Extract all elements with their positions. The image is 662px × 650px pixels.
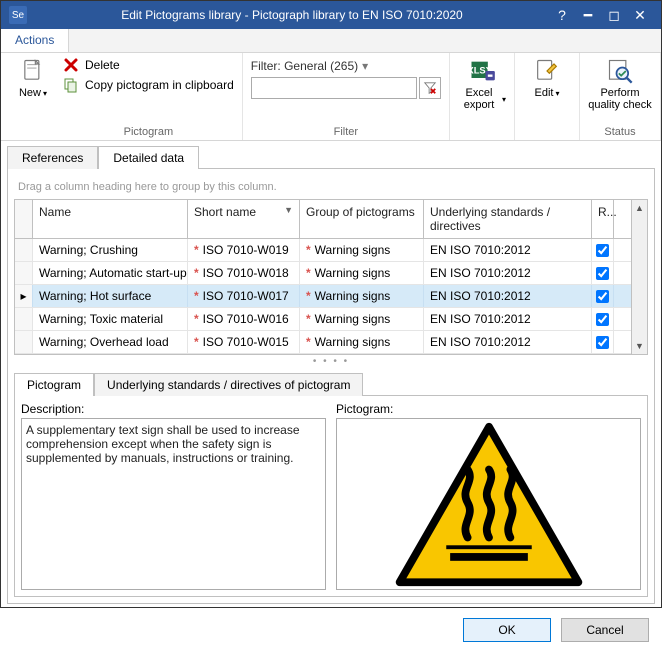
cell-group: *Warning signs: [300, 262, 424, 284]
table-row[interactable]: ▸Warning; Hot surface*ISO 7010-W017*Warn…: [15, 285, 631, 308]
cell-name: Warning; Overhead load: [33, 331, 188, 353]
cell-released[interactable]: [592, 285, 614, 307]
table-row[interactable]: Warning; Automatic start-up*ISO 7010-W01…: [15, 262, 631, 285]
pictogram-grid[interactable]: Name Short name▼ Group of pictograms Und…: [15, 200, 631, 354]
pictogram-preview: [336, 418, 641, 590]
cell-short-name: *ISO 7010-W019: [188, 239, 300, 261]
filter-input[interactable]: [251, 77, 417, 99]
cell-short-name: *ISO 7010-W016: [188, 308, 300, 330]
warning-hot-surface-icon: [389, 419, 589, 589]
row-indicator: ▸: [15, 285, 33, 307]
ribbon-group-status: Status: [588, 126, 652, 138]
scroll-up-icon[interactable]: ▲: [632, 200, 648, 216]
cell-group: *Warning signs: [300, 239, 424, 261]
description-label: Description:: [21, 402, 326, 416]
description-field[interactable]: A supplementary text sign shall be used …: [21, 418, 326, 590]
excel-icon: XLSX: [468, 57, 496, 85]
row-indicator: [15, 331, 33, 353]
close-icon[interactable]: ✕: [627, 7, 653, 24]
chevron-down-icon: ▾: [43, 89, 47, 98]
col-standards[interactable]: Underlying standards / directives: [424, 200, 592, 238]
cell-name: Warning; Automatic start-up: [33, 262, 188, 284]
edit-button[interactable]: Edit▾: [523, 57, 571, 99]
cell-released[interactable]: [592, 262, 614, 284]
pictogram-label: Pictogram:: [336, 402, 641, 416]
cell-short-name: *ISO 7010-W018: [188, 262, 300, 284]
table-row[interactable]: Warning; Crushing*ISO 7010-W019*Warning …: [15, 239, 631, 262]
new-button[interactable]: New▾: [9, 57, 57, 99]
cell-group: *Warning signs: [300, 285, 424, 307]
chevron-down-icon: ▾: [502, 95, 506, 104]
cell-short-name: *ISO 7010-W017: [188, 285, 300, 307]
delete-x-icon: [63, 57, 79, 73]
cell-standards: EN ISO 7010:2012: [424, 331, 592, 353]
group-by-hint[interactable]: Drag a column heading here to group by t…: [14, 175, 648, 199]
window-title: Edit Pictograms library - Pictograph lib…: [35, 8, 549, 22]
detail-tab-pictogram[interactable]: Pictogram: [14, 373, 94, 396]
cell-name: Warning; Crushing: [33, 239, 188, 261]
copy-pictogram-button[interactable]: Copy pictogram in clipboard: [63, 77, 234, 93]
cell-released[interactable]: [592, 239, 614, 261]
cell-standards: EN ISO 7010:2012: [424, 285, 592, 307]
sort-desc-icon: ▼: [284, 205, 293, 215]
tab-references[interactable]: References: [7, 146, 98, 169]
app-logo: Se: [9, 6, 27, 24]
cell-standards: EN ISO 7010:2012: [424, 239, 592, 261]
magnifier-check-icon: [606, 57, 634, 85]
cell-standards: EN ISO 7010:2012: [424, 308, 592, 330]
table-row[interactable]: Warning; Overhead load*ISO 7010-W015*War…: [15, 331, 631, 354]
cancel-button[interactable]: Cancel: [561, 618, 649, 642]
funnel-clear-icon: [423, 81, 437, 95]
col-released[interactable]: R...: [592, 200, 614, 238]
cell-standards: EN ISO 7010:2012: [424, 262, 592, 284]
row-indicator: [15, 262, 33, 284]
tab-detailed-data[interactable]: Detailed data: [98, 146, 199, 169]
ribbon-tab-actions[interactable]: Actions: [1, 29, 69, 52]
scroll-down-icon[interactable]: ▼: [632, 338, 648, 354]
col-short-name[interactable]: Short name▼: [188, 200, 300, 238]
copy-icon: [63, 77, 79, 93]
filter-dropdown[interactable]: Filter: General (265)▾: [251, 59, 441, 73]
minimize-icon[interactable]: ━: [575, 7, 601, 24]
col-group[interactable]: Group of pictograms: [300, 200, 424, 238]
ribbon-group-filter: Filter: [251, 126, 441, 138]
cell-name: Warning; Hot surface: [33, 285, 188, 307]
maximize-icon[interactable]: ◻: [601, 7, 627, 24]
clear-filter-button[interactable]: [419, 77, 441, 99]
row-indicator-col: [15, 200, 33, 238]
cell-name: Warning; Toxic material: [33, 308, 188, 330]
chevron-down-icon: ▾: [555, 89, 559, 98]
row-indicator: [15, 239, 33, 261]
ok-button[interactable]: OK: [463, 618, 551, 642]
document-icon: [19, 57, 47, 85]
row-indicator: [15, 308, 33, 330]
cell-group: *Warning signs: [300, 308, 424, 330]
excel-export-button[interactable]: XLSX Excel export▾: [458, 57, 506, 111]
delete-button[interactable]: Delete: [63, 57, 234, 73]
quality-check-button[interactable]: Perform quality check: [588, 57, 652, 111]
cell-short-name: *ISO 7010-W015: [188, 331, 300, 353]
cell-released[interactable]: [592, 308, 614, 330]
cell-released[interactable]: [592, 331, 614, 353]
col-name[interactable]: Name: [33, 200, 188, 238]
ribbon-group-pictogram: Pictogram: [63, 126, 234, 138]
splitter-handle[interactable]: • • • •: [14, 355, 648, 368]
edit-icon: [533, 57, 561, 85]
chevron-down-icon: ▾: [362, 59, 368, 73]
cell-group: *Warning signs: [300, 331, 424, 353]
help-icon[interactable]: ?: [549, 7, 575, 23]
table-row[interactable]: Warning; Toxic material*ISO 7010-W016*Wa…: [15, 308, 631, 331]
detail-tab-underlying[interactable]: Underlying standards / directives of pic…: [94, 373, 363, 396]
